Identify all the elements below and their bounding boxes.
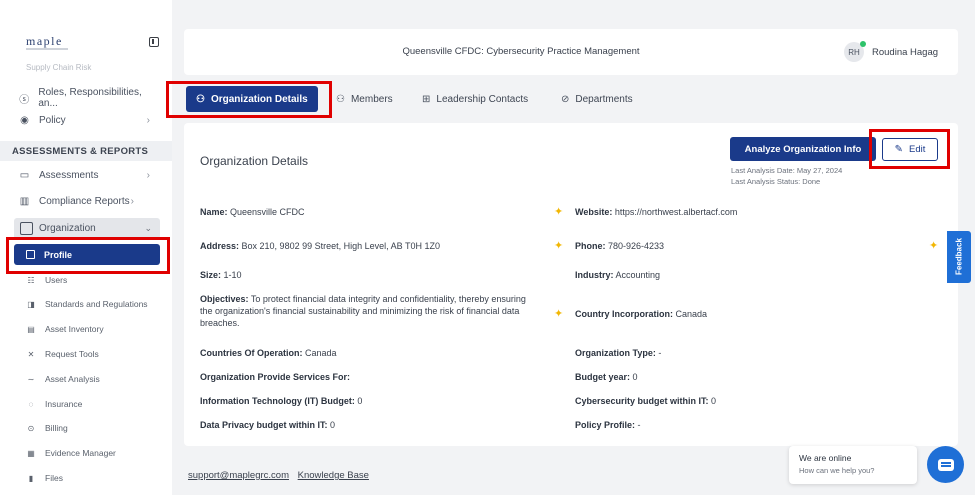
analysis-meta: Last Analysis Date: May 27, 2024 Last An… — [731, 165, 842, 187]
top-header: Queensville CFDC: Cybersecurity Practice… — [184, 29, 958, 75]
footer: support@maplegrc.com Knowledge Base — [188, 470, 375, 481]
collapse-sidebar-icon[interactable] — [149, 37, 159, 47]
files-icon: ▮ — [28, 473, 34, 483]
inventory-icon: ▤ — [27, 324, 35, 334]
ai-sparkle-icon[interactable]: ✦ — [554, 239, 563, 252]
tab-departments[interactable]: ⊘ Departments — [561, 86, 633, 112]
chat-launcher-button[interactable] — [927, 446, 964, 483]
edit-button[interactable]: ✎ Edit — [882, 138, 938, 161]
report-icon: ▥ — [19, 196, 30, 207]
sidebar-item-label: Profile — [44, 249, 73, 260]
sidebar-item-asset-analysis[interactable]: ∼ Asset Analysis — [26, 374, 100, 384]
field-organization-type: Organization Type: - — [575, 348, 662, 358]
ai-sparkle-icon[interactable]: ✦ — [929, 239, 938, 252]
field-name: Name: Queensville CFDC — [200, 207, 305, 217]
sidebar-item-compliance-reports[interactable]: ▥ Compliance Reports › — [18, 195, 158, 208]
knowledge-base-link[interactable]: Knowledge Base — [298, 470, 369, 481]
chat-title: We are online — [799, 453, 852, 463]
sidebar-item-roles[interactable]: ⓢ Roles, Responsibilities, an... — [18, 87, 158, 109]
logo-tagline — [26, 48, 68, 50]
field-size: Size: 1-10 — [200, 270, 242, 280]
chat-subtitle: How can we help you? — [799, 466, 875, 475]
sidebar-item-label: Policy — [39, 115, 66, 126]
sidebar-item-files[interactable]: ▮ Files — [26, 473, 63, 483]
field-phone: Phone: 780-926-4233 — [575, 241, 665, 251]
organization-details-card: Organization Details Analyze Organizatio… — [184, 123, 958, 446]
chat-bubble[interactable]: We are online How can we help you? — [789, 446, 917, 484]
sidebar-item-asset-inventory[interactable]: ▤ Asset Inventory — [26, 324, 103, 334]
sidebar-item-billing[interactable]: ⊙ Billing — [26, 423, 68, 433]
sidebar: maple Supply Chain Risk ⓢ Roles, Respons… — [0, 0, 172, 495]
members-icon: ⚇ — [336, 93, 345, 105]
assessments-icon: ▭ — [19, 170, 30, 181]
sidebar-item-profile[interactable]: Profile — [14, 244, 160, 265]
field-website: Website: https://northwest.albertacf.com — [575, 207, 738, 217]
roles-icon: ⓢ — [19, 94, 30, 106]
profile-icon — [26, 250, 35, 259]
field-address: Address: Box 210, 9802 99 Street, High L… — [200, 241, 440, 251]
sidebar-item-label: Assessments — [39, 170, 99, 181]
sidebar-item-organization[interactable]: Organization ⌄ — [14, 218, 160, 239]
policy-icon: ◉ — [20, 115, 29, 126]
field-objectives: Objectives: To protect financial data in… — [200, 294, 526, 328]
tools-icon: ✕ — [27, 349, 35, 359]
chat-icon — [937, 458, 954, 471]
support-email-link[interactable]: support@maplegrc.com — [188, 470, 289, 481]
user-name[interactable]: Roudina Hagag — [872, 47, 938, 58]
analyze-organization-button[interactable]: Analyze Organization Info — [730, 137, 876, 161]
ai-sparkle-icon[interactable]: ✦ — [554, 307, 563, 320]
chevron-right-icon: › — [146, 170, 150, 181]
last-analysis-status: Last Analysis Status: Done — [731, 177, 821, 186]
card-title: Organization Details — [200, 154, 309, 168]
sidebar-item-standards[interactable]: ◨ Standards and Regulations — [26, 299, 147, 309]
field-country-incorporation: Country Incorporation: Canada — [575, 309, 708, 319]
billing-icon: ⊙ — [27, 423, 35, 433]
sidebar-item-request-tools[interactable]: ✕ Request Tools — [26, 349, 99, 359]
feedback-tab[interactable]: Feedback — [947, 231, 971, 283]
sidebar-item-assessments[interactable]: ▭ Assessments › — [18, 169, 158, 182]
tab-organization-details[interactable]: ⚇ Organization Details — [186, 86, 318, 112]
building-icon — [20, 222, 33, 235]
analysis-icon: ∼ — [27, 374, 35, 384]
link-icon: ⊘ — [561, 93, 570, 105]
chevron-right-icon: › — [146, 115, 150, 126]
field-countries-operation: Countries Of Operation: Canada — [200, 348, 337, 358]
sidebar-item-policy[interactable]: ◉ Policy › — [18, 114, 158, 127]
sidebar-item-insurance[interactable]: ◌ Insurance — [26, 399, 83, 409]
field-provide-services: Organization Provide Services For: — [200, 372, 351, 382]
chevron-right-icon: › — [130, 196, 134, 207]
tab-members[interactable]: ⚇ Members — [336, 86, 393, 112]
field-budget-year: Budget year: 0 — [575, 372, 638, 382]
chevron-down-icon: ⌄ — [144, 223, 152, 233]
field-it-budget: Information Technology (IT) Budget: 0 — [200, 396, 363, 406]
field-cyber-budget: Cybersecurity budget within IT: 0 — [575, 396, 717, 406]
users-icon: ☷ — [27, 275, 35, 285]
last-analysis-date: Last Analysis Date: May 27, 2024 — [731, 166, 843, 175]
field-privacy-budget: Data Privacy budget within IT: 0 — [200, 420, 336, 430]
online-status-dot — [860, 41, 866, 47]
pencil-icon: ✎ — [894, 144, 903, 155]
sidebar-item-label: Compliance Reports — [39, 196, 130, 207]
ai-sparkle-icon[interactable]: ✦ — [554, 205, 563, 218]
grid-icon: ⊞ — [422, 93, 431, 105]
insurance-icon: ◌ — [28, 399, 34, 409]
field-industry: Industry: Accounting — [575, 270, 661, 280]
field-policy-profile: Policy Profile: - — [575, 420, 641, 430]
sidebar-item-evidence-manager[interactable]: ▦ Evidence Manager — [26, 448, 116, 458]
section-header-assessments: ASSESSMENTS & REPORTS — [0, 141, 172, 161]
sidebar-item-users[interactable]: ☷ Users — [26, 275, 67, 285]
sidebar-item-label: Roles, Responsibilities, an... — [38, 87, 142, 109]
sidebar-item-supply-chain[interactable]: Supply Chain Risk — [26, 63, 91, 72]
maple-logo: maple — [26, 34, 63, 48]
evidence-icon: ▦ — [27, 448, 35, 458]
tab-leadership-contacts[interactable]: ⊞ Leadership Contacts — [422, 86, 528, 112]
page-title: Queensville CFDC: Cybersecurity Practice… — [402, 46, 640, 57]
sidebar-item-label: Organization — [39, 223, 96, 234]
user-gear-icon: ⚇ — [196, 93, 205, 105]
shield-icon: ◨ — [27, 299, 35, 309]
